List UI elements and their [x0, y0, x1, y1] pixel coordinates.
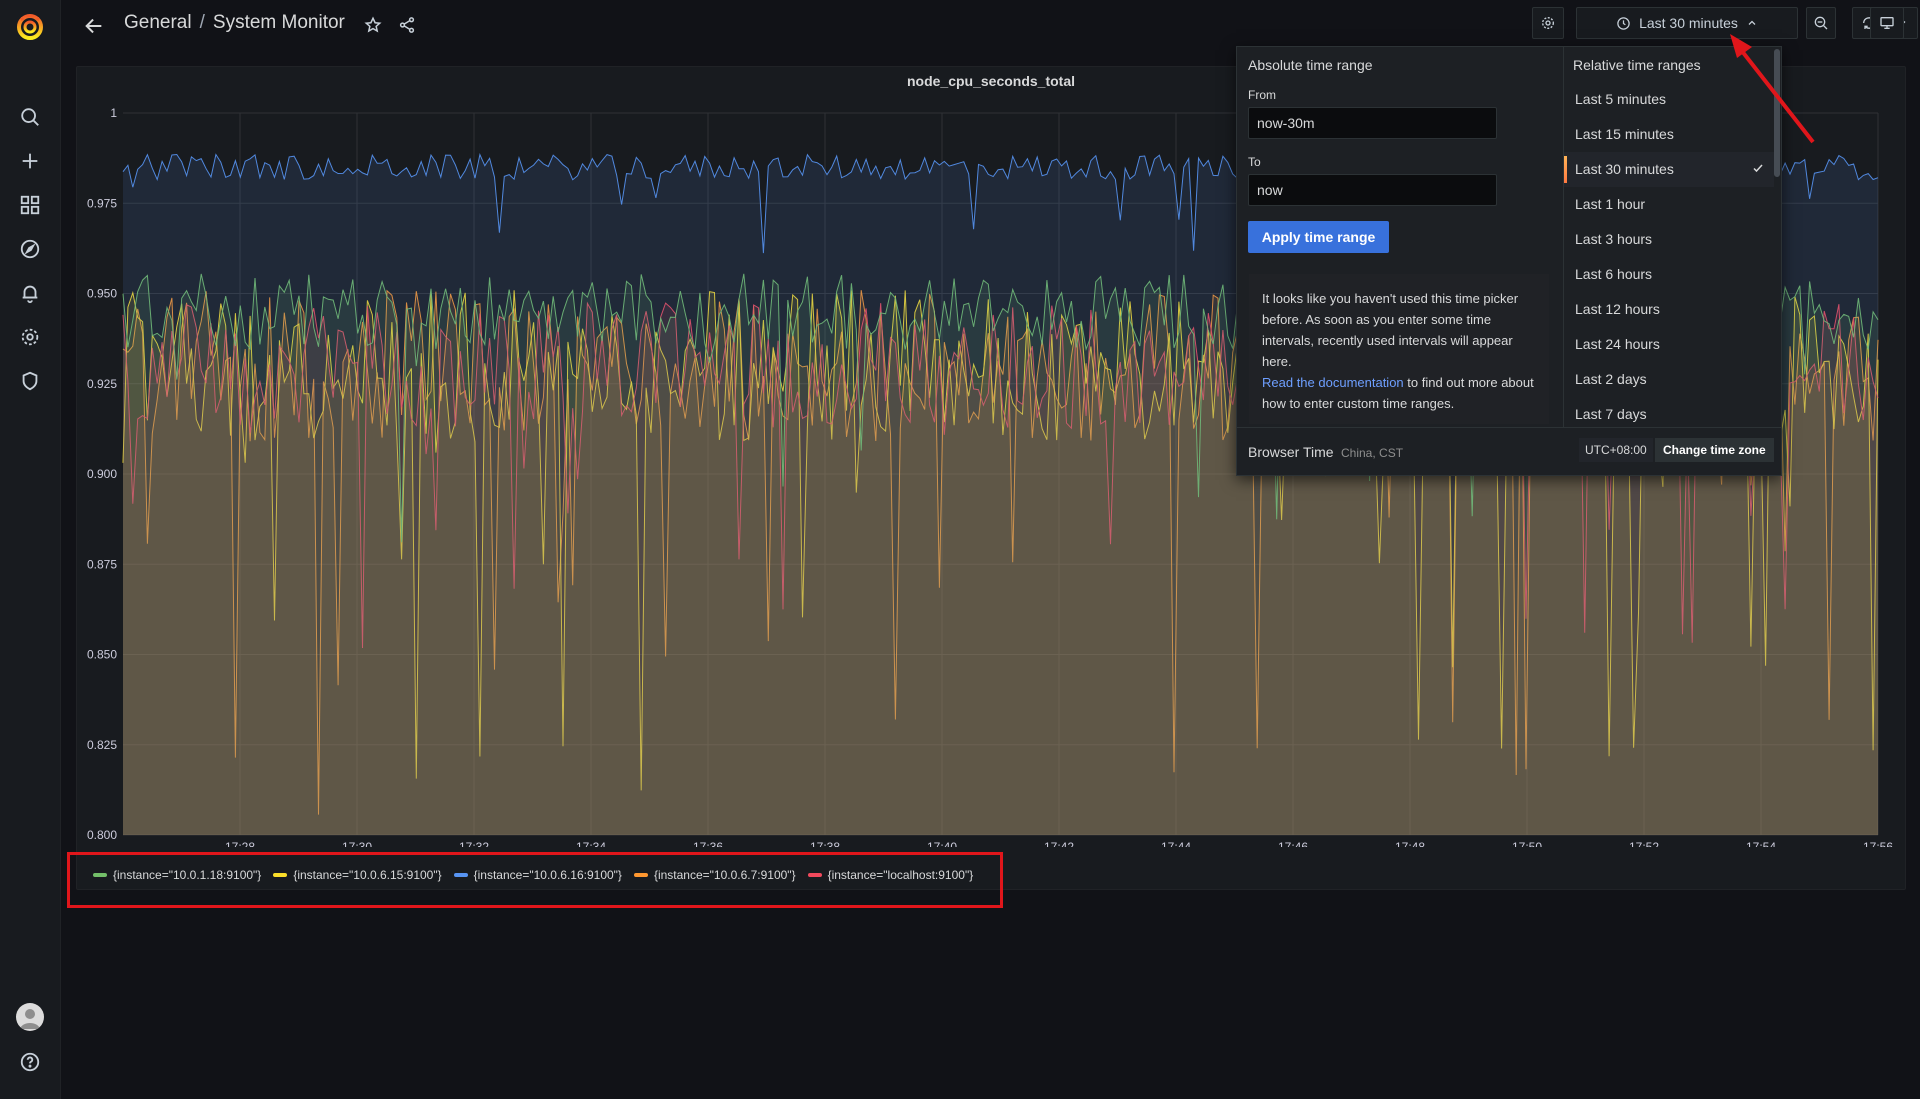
relative-option-label: Last 30 minutes [1575, 161, 1674, 177]
help-note-text: It looks like you haven't used this time… [1262, 291, 1519, 369]
x-tick-label: 17:28 [225, 840, 255, 847]
relative-option-label: Last 5 minutes [1575, 91, 1667, 107]
y-tick-label: 0.950 [87, 287, 117, 301]
y-tick-label: 0.900 [87, 467, 117, 481]
relative-option-label: Last 12 hours [1575, 301, 1660, 317]
dashboard-title[interactable]: System Monitor [213, 12, 345, 33]
share-icon[interactable] [396, 14, 418, 36]
search-icon[interactable] [14, 101, 46, 133]
change-time-zone-button[interactable]: Change time zone [1655, 438, 1774, 462]
bell-icon[interactable] [14, 277, 46, 309]
to-input[interactable] [1248, 174, 1497, 206]
x-tick-label: 17:40 [927, 840, 957, 847]
browser-time-label: Browser Time [1248, 444, 1334, 460]
time-range-label: Last 30 minutes [1639, 15, 1738, 31]
timezone-name: China, CST [1341, 446, 1404, 460]
x-tick-label: 17:42 [1044, 840, 1074, 847]
gear-icon [1540, 15, 1556, 31]
arrow-left-icon[interactable] [80, 12, 108, 40]
relative-option[interactable]: Last 3 hours [1564, 222, 1774, 257]
shield-icon[interactable] [14, 365, 46, 397]
relative-option-label: Last 1 hour [1575, 196, 1646, 212]
relative-option-label: Last 7 days [1575, 406, 1647, 422]
utc-offset: UTC+08:00 [1579, 438, 1653, 462]
y-tick-label: 0.850 [87, 648, 117, 662]
relative-option-label: Last 6 hours [1575, 266, 1653, 282]
relative-options-list: Last 5 minutes Last 15 minutes Last 30 min… [1564, 82, 1774, 432]
to-label: To [1248, 155, 1261, 169]
x-tick-label: 17:52 [1629, 840, 1659, 847]
relative-option-label: Last 24 hours [1575, 336, 1660, 352]
star-icon[interactable] [362, 14, 384, 36]
y-tick-label: 0.875 [87, 557, 117, 571]
monitor-icon [1879, 15, 1895, 31]
grafana-logo-icon[interactable] [14, 10, 46, 42]
y-tick-label: 0.800 [87, 828, 117, 842]
x-tick-label: 17:44 [1161, 840, 1191, 847]
y-tick-label: 0.825 [87, 738, 117, 752]
absolute-time-range-title: Absolute time range [1248, 57, 1373, 73]
relative-option[interactable]: Last 6 hours [1564, 257, 1774, 292]
x-tick-label: 17:46 [1278, 840, 1308, 847]
relative-option[interactable]: Last 30 minutes [1564, 152, 1774, 187]
breadcrumb: General / System Monitor [124, 12, 345, 34]
x-tick-label: 17:36 [693, 840, 723, 847]
check-icon [1752, 152, 1764, 187]
time-picker-button[interactable]: Last 30 minutes [1576, 7, 1798, 39]
zoom-out-button[interactable] [1806, 7, 1836, 39]
timezone-footer: Browser Time China, CST UTC+08:00 Change… [1237, 427, 1781, 476]
scrollbar[interactable] [1774, 49, 1780, 177]
apply-time-range-button[interactable]: Apply time range [1248, 221, 1389, 253]
relative-option[interactable]: Last 12 hours [1564, 292, 1774, 327]
x-tick-label: 17:34 [576, 840, 606, 847]
relative-time-ranges: Relative time ranges Last 5 minutes Last … [1563, 47, 1782, 427]
from-input[interactable] [1248, 107, 1497, 139]
x-tick-label: 17:48 [1395, 840, 1425, 847]
breadcrumb-separator: / [199, 12, 205, 33]
top-bar: General / System Monitor Last 30 minutes [60, 0, 1920, 50]
x-tick-label: 17:50 [1512, 840, 1542, 847]
plus-icon[interactable] [14, 145, 46, 177]
help-icon[interactable] [14, 1046, 46, 1078]
y-tick-label: 1 [110, 106, 117, 120]
chevron-up-icon [1746, 17, 1758, 29]
x-tick-label: 17:30 [342, 840, 372, 847]
time-picker-dropdown: Absolute time range From To Apply time r… [1236, 46, 1782, 476]
relative-option[interactable]: Last 5 minutes [1564, 82, 1774, 117]
x-tick-label: 17:54 [1746, 840, 1776, 847]
relative-option[interactable]: Last 24 hours [1564, 327, 1774, 362]
x-tick-label: 17:38 [810, 840, 840, 847]
dashboards-icon[interactable] [14, 189, 46, 221]
y-tick-label: 0.975 [87, 196, 117, 210]
explore-icon[interactable] [14, 233, 46, 265]
breadcrumb-folder[interactable]: General [124, 12, 192, 33]
documentation-link[interactable]: Read the documentation [1262, 375, 1404, 390]
cycle-view-mode-button[interactable] [1870, 7, 1904, 39]
from-label: From [1248, 88, 1276, 102]
absolute-time-range: Absolute time range From To Apply time r… [1237, 47, 1563, 427]
relative-option-label: Last 15 minutes [1575, 126, 1674, 142]
annotation-highlight-box [67, 852, 1003, 908]
relative-option[interactable]: Last 1 hour [1564, 187, 1774, 222]
sidebar [0, 0, 61, 1099]
relative-option[interactable]: Last 2 days [1564, 362, 1774, 397]
avatar[interactable] [16, 1003, 44, 1031]
time-picker-help-note: It looks like you haven't used this time… [1249, 274, 1549, 424]
relative-option-label: Last 3 hours [1575, 231, 1653, 247]
clock-icon [1616, 16, 1631, 31]
relative-time-ranges-title: Relative time ranges [1573, 57, 1701, 73]
x-tick-label: 17:32 [459, 840, 489, 847]
dashboard-settings-button[interactable] [1532, 7, 1564, 39]
zoom-out-icon [1813, 15, 1829, 31]
x-tick-label: 17:56 [1863, 840, 1893, 847]
y-tick-label: 0.925 [87, 377, 117, 391]
relative-option[interactable]: Last 15 minutes [1564, 117, 1774, 152]
relative-option-label: Last 2 days [1575, 371, 1647, 387]
gear-icon[interactable] [14, 321, 46, 353]
